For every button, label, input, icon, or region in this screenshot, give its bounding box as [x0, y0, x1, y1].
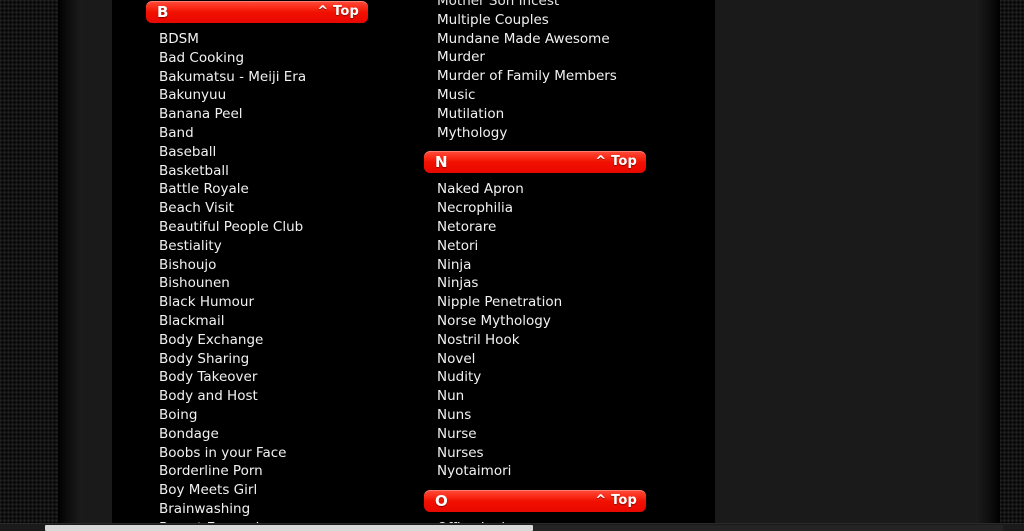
browser-viewport: B ^ Top BDSM Bad Cooking Bakumatsu - Mei… [0, 0, 1024, 531]
tag-link[interactable]: Bad Cooking [146, 49, 402, 68]
tag-link[interactable]: Borderline Porn [146, 462, 402, 481]
tag-link[interactable]: Bakunyuu [146, 86, 402, 105]
tag-link[interactable]: Bestiality [146, 237, 402, 256]
letter-label-b: B [157, 3, 169, 21]
tag-link[interactable]: Baseball [146, 143, 402, 162]
tag-link[interactable]: Mythology [424, 124, 680, 143]
tag-link[interactable]: Boy Meets Girl [146, 481, 402, 500]
horizontal-scroll-track[interactable] [533, 525, 1003, 531]
tag-link[interactable]: Nipple Penetration [424, 293, 680, 312]
tag-link[interactable]: Mundane Made Awesome [424, 30, 680, 49]
tag-link[interactable]: Nun [424, 387, 680, 406]
back-to-top-link-b[interactable]: ^ Top [317, 3, 359, 21]
back-to-top-link-n[interactable]: ^ Top [595, 153, 637, 171]
tag-link[interactable]: Murder [424, 48, 680, 67]
tag-link[interactable]: Ninjas [424, 274, 680, 293]
tag-list-n: Naked Apron Necrophilia Netorare Netori … [424, 180, 680, 481]
letter-header-o: O ^ Top [424, 490, 646, 513]
letter-label-n: N [435, 153, 448, 172]
panel-shadow-left [58, 0, 82, 531]
tag-link[interactable]: Multiple Couples [424, 11, 680, 30]
horizontal-scrollbar[interactable] [0, 523, 1024, 531]
tag-link[interactable]: Mother Son Incest [424, 0, 680, 11]
tag-link[interactable]: Brainwashing [146, 500, 402, 519]
tag-link[interactable]: Mutilation [424, 105, 680, 124]
tag-link[interactable]: Boobs in your Face [146, 444, 402, 463]
tag-link[interactable]: Music [424, 86, 680, 105]
tag-link[interactable]: Nurse [424, 425, 680, 444]
tag-link[interactable]: Nudity [424, 368, 680, 387]
tag-link[interactable]: Murder of Family Members [424, 67, 680, 86]
tag-link[interactable]: Black Humour [146, 293, 402, 312]
tag-link[interactable]: Bondage [146, 425, 402, 444]
tag-link[interactable]: Netorare [424, 218, 680, 237]
background-texture-right [1000, 0, 1024, 531]
tag-columns: B ^ Top BDSM Bad Cooking Bakumatsu - Mei… [112, 0, 715, 525]
background-texture-left [0, 0, 58, 531]
tag-link[interactable]: Netori [424, 237, 680, 256]
tag-link[interactable]: Naked Apron [424, 180, 680, 199]
tag-link[interactable]: BDSM [146, 30, 402, 49]
tag-list-b: BDSM Bad Cooking Bakumatsu - Meiji Era B… [146, 30, 402, 525]
tag-link[interactable]: Necrophilia [424, 199, 680, 218]
tag-link[interactable]: Banana Peel [146, 105, 402, 124]
tag-link[interactable]: Bishoujo [146, 256, 402, 275]
tag-link[interactable]: Nurses [424, 444, 680, 463]
tag-link[interactable]: Blackmail [146, 312, 402, 331]
tag-link[interactable]: Body and Host [146, 387, 402, 406]
tag-link[interactable]: Beach Visit [146, 199, 402, 218]
tag-link[interactable]: Nyotaimori [424, 462, 680, 481]
panel-shadow-right [976, 0, 1000, 531]
tag-column-left: B ^ Top BDSM Bad Cooking Bakumatsu - Mei… [146, 0, 402, 525]
tag-link[interactable]: Body Exchange [146, 331, 402, 350]
tag-link[interactable]: Novel [424, 350, 680, 369]
tag-list-m-tail: Mother Son Incest Multiple Couples Munda… [424, 0, 680, 142]
tag-link[interactable]: Band [146, 124, 402, 143]
tag-link[interactable]: Body Sharing [146, 350, 402, 369]
tag-column-right: Mother Son Incest Multiple Couples Munda… [424, 0, 680, 525]
tag-link[interactable]: Bakumatsu - Meiji Era [146, 68, 402, 87]
tag-link[interactable]: Basketball [146, 162, 402, 181]
horizontal-scroll-thumb[interactable] [45, 525, 533, 531]
letter-header-n: N ^ Top [424, 151, 646, 174]
tag-link[interactable]: Nuns [424, 406, 680, 425]
letter-label-o: O [435, 492, 448, 511]
tag-link[interactable]: Battle Royale [146, 180, 402, 199]
tag-index-panel: B ^ Top BDSM Bad Cooking Bakumatsu - Mei… [112, 0, 715, 525]
tag-link[interactable]: Body Takeover [146, 368, 402, 387]
letter-header-b: B ^ Top [146, 1, 368, 23]
tag-link[interactable]: Bishounen [146, 274, 402, 293]
tag-link[interactable]: Norse Mythology [424, 312, 680, 331]
tag-link[interactable]: Nostril Hook [424, 331, 680, 350]
tag-link[interactable]: Ninja [424, 256, 680, 275]
tag-link[interactable]: Boing [146, 406, 402, 425]
tag-link[interactable]: Beautiful People Club [146, 218, 402, 237]
back-to-top-link-o[interactable]: ^ Top [595, 492, 637, 510]
